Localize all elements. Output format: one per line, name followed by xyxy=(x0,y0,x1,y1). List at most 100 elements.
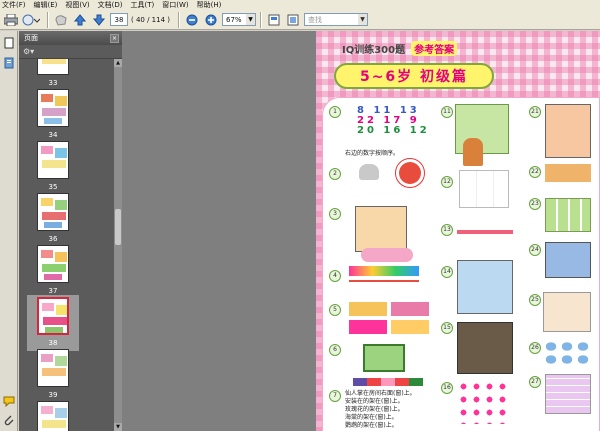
menu-help[interactable]: 帮助(H) xyxy=(197,0,222,10)
comments-icon[interactable] xyxy=(3,395,15,408)
thumbnail-label: 37 xyxy=(48,287,58,295)
fish-illustration xyxy=(361,248,413,262)
thumbnail-image xyxy=(37,193,69,231)
answer-circle xyxy=(395,158,425,188)
answer-note: 玫瑰花的架在(窗)上。 xyxy=(345,406,404,413)
thumbnail-scrollbar[interactable]: ▲ ▼ xyxy=(114,59,122,431)
card-set-illustration xyxy=(349,320,387,334)
next-page-icon[interactable] xyxy=(91,12,107,28)
thumbnail-image xyxy=(37,89,69,127)
card-set-illustration xyxy=(349,302,387,316)
question-number: 6 xyxy=(329,344,341,356)
thumbnail-label: 33 xyxy=(48,79,58,87)
number-tiles-illustration xyxy=(545,198,591,232)
previous-page-icon[interactable] xyxy=(72,12,88,28)
shapes-illustration xyxy=(363,344,405,372)
card-set-illustration xyxy=(391,320,429,334)
menu-file[interactable]: 文件(F) xyxy=(2,0,26,10)
question-number: 11 xyxy=(441,106,453,118)
answer-note: 海棠的架在(窗)上。 xyxy=(345,414,398,421)
print-icon[interactable] xyxy=(3,12,19,28)
pages-panel-title: 页面 xyxy=(24,34,38,42)
fit-page-icon[interactable] xyxy=(266,12,282,28)
options-icon[interactable]: ⚙▾ xyxy=(23,47,34,56)
question-number: 4 xyxy=(329,270,341,282)
thumbnail-image xyxy=(37,141,69,179)
puzzle-illustration xyxy=(457,322,513,374)
question-number: 14 xyxy=(441,266,453,278)
cartoon-illustration xyxy=(355,206,407,252)
pages-panel-toolbar: ⚙▾ xyxy=(19,45,122,59)
ovals-illustration xyxy=(543,340,591,366)
thumbnail-image xyxy=(37,297,69,335)
full-screen-icon[interactable] xyxy=(285,12,301,28)
boy-illustration xyxy=(463,138,483,166)
question-number: 3 xyxy=(329,208,341,220)
color-squares xyxy=(353,378,423,386)
thumbnail-label: 39 xyxy=(48,391,58,399)
question-number: 26 xyxy=(529,342,541,354)
scroll-thumb[interactable] xyxy=(115,209,121,245)
snowman-illustration xyxy=(457,260,513,314)
zoom-out-icon[interactable] xyxy=(184,12,200,28)
toolbar: 38 ( 40 / 114 ) 67% ▼ 查找 ▼ xyxy=(0,10,600,30)
thumbnail-label: 35 xyxy=(48,183,58,191)
table-illustration xyxy=(457,230,513,258)
balloon-illustration xyxy=(545,104,591,158)
close-icon[interactable]: × xyxy=(110,33,119,43)
thumbnail-image xyxy=(37,59,69,75)
animals-illustration xyxy=(545,164,591,182)
scroll-up-icon[interactable]: ▲ xyxy=(114,59,122,67)
navigation-strip xyxy=(0,31,18,431)
chevron-down-icon[interactable]: ▼ xyxy=(246,14,255,25)
zoom-in-icon[interactable] xyxy=(203,12,219,28)
scroll-down-icon[interactable]: ▼ xyxy=(114,423,122,431)
heading-title: IQ训练300题 xyxy=(342,45,406,56)
object-grid-illustration xyxy=(459,170,509,208)
heading-tag: 参考答案 xyxy=(411,41,458,56)
zoom-value: 67% xyxy=(226,15,242,24)
pages-panel-icon[interactable] xyxy=(3,37,15,49)
question-number: 21 xyxy=(529,106,541,118)
card-set-illustration xyxy=(391,302,429,316)
question-number: 12 xyxy=(441,176,453,188)
menu-view[interactable]: 视图(V) xyxy=(65,0,89,10)
menu-tools[interactable]: 工具(T) xyxy=(131,0,155,10)
thumbnail-label: 34 xyxy=(48,131,58,139)
question-number: 27 xyxy=(529,376,541,388)
level-banner: 5~6岁 初级篇 xyxy=(334,63,494,89)
document-gutter xyxy=(122,31,316,431)
email-icon[interactable] xyxy=(22,12,40,28)
question-number: 13 xyxy=(441,224,453,236)
clowns-illustration xyxy=(543,292,591,332)
search-input[interactable]: 查找 ▼ xyxy=(304,13,368,26)
question-number: 22 xyxy=(529,166,541,178)
pages-panel-header: 页面 × xyxy=(19,31,122,45)
chevron-down-icon[interactable]: ▼ xyxy=(358,14,367,25)
thumbnail-image xyxy=(37,245,69,283)
attachment-icon[interactable] xyxy=(3,414,15,426)
bookmarks-icon[interactable] xyxy=(3,57,15,69)
menu-document[interactable]: 文档(D) xyxy=(98,0,123,10)
hand-tool-icon[interactable] xyxy=(53,12,69,28)
toolbar-separator xyxy=(178,11,180,28)
thumbnail-image xyxy=(37,401,69,431)
page-heading: IQ训练300题 参考答案 xyxy=(342,41,458,56)
question-number: 2 xyxy=(329,168,341,180)
question-number: 25 xyxy=(529,294,541,306)
question-number: 16 xyxy=(441,382,453,394)
toolbar-separator xyxy=(47,11,49,28)
menu-window[interactable]: 窗口(W) xyxy=(162,0,188,10)
question-number: 24 xyxy=(529,244,541,256)
pages-panel: 页面 × ⚙▾ 33 34 35 36 37 38 39 ▲ ▼ xyxy=(19,31,122,431)
page-number-input[interactable]: 38 xyxy=(110,13,128,26)
document-page[interactable]: IQ训练300题 参考答案 5~6岁 初级篇 1 8 11 13 22 17 9… xyxy=(316,31,600,431)
question-number: 7 xyxy=(329,390,341,402)
menu-edit[interactable]: 编辑(E) xyxy=(34,0,58,10)
answer-note: 右边的数字按顺序。 xyxy=(345,150,400,157)
zoom-select[interactable]: 67% ▼ xyxy=(222,13,256,26)
question-number: 5 xyxy=(329,304,341,316)
page-count: ( 40 / 114 ) xyxy=(131,15,170,24)
number-grid: 8 11 13 22 17 9 20 16 12 xyxy=(357,106,430,136)
rope-illustration xyxy=(349,280,419,300)
